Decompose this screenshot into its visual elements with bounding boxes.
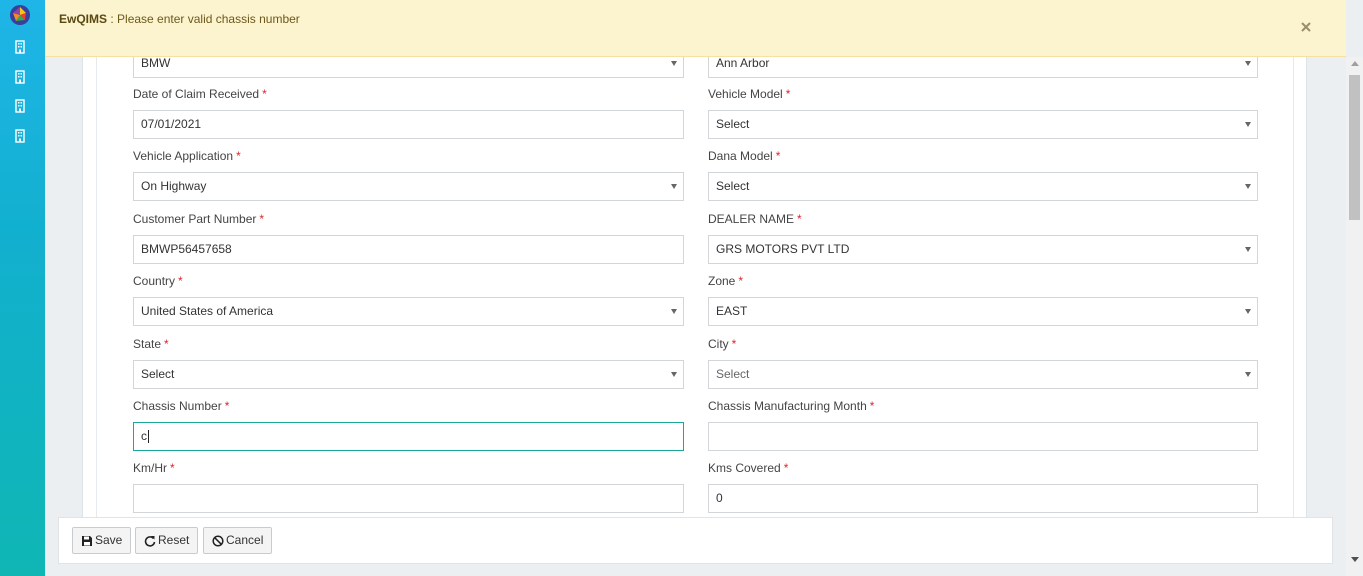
vertical-scrollbar[interactable] [1346, 57, 1363, 576]
alert-separator: : [107, 12, 118, 26]
dealer-name-select[interactable]: GRS MOTORS PVT LTD [708, 235, 1258, 264]
required-marker: * [259, 212, 265, 226]
chassis-mfg-month-label: Chassis Manufacturing Month * [708, 399, 875, 413]
zone-value: EAST [716, 304, 748, 318]
customer-part-number-value: BMWP56457658 [141, 242, 232, 256]
required-marker: * [783, 461, 789, 475]
vehicle-model-value: Select [716, 117, 750, 131]
cancel-button[interactable]: Cancel [203, 527, 273, 554]
close-icon[interactable] [1299, 20, 1313, 34]
chevron-down-icon [1245, 122, 1251, 127]
vehicle-application-label: Vehicle Application * [133, 149, 241, 163]
chevron-down-icon [1245, 61, 1251, 66]
save-button[interactable]: Save [72, 527, 132, 554]
required-marker: * [224, 399, 230, 413]
vehicle-model-select[interactable]: Select [708, 110, 1258, 139]
sidebar [0, 0, 45, 576]
required-marker: * [785, 87, 791, 101]
km-hr-input[interactable] [133, 484, 684, 513]
make-value: BMW [141, 56, 171, 70]
chassis-mfg-month-input[interactable] [708, 422, 1258, 451]
chevron-down-icon [1245, 309, 1251, 314]
dana-model-value: Select [716, 179, 750, 193]
dana-model-label: Dana Model * [708, 149, 781, 163]
chassis-number-value: c [141, 429, 147, 443]
save-icon [82, 535, 92, 546]
app-logo-icon[interactable] [9, 4, 31, 26]
customer-part-number-input[interactable]: BMWP56457658 [133, 235, 684, 264]
dealer-name-label: DEALER NAME * [708, 212, 802, 226]
chevron-down-icon [1245, 184, 1251, 189]
ban-icon [212, 534, 224, 547]
chevron-down-icon [1245, 247, 1251, 252]
required-marker: * [178, 274, 183, 288]
country-label: Country * [133, 274, 183, 288]
reset-icon [144, 535, 156, 547]
required-marker: * [236, 149, 241, 163]
country-select[interactable]: United States of America [133, 297, 684, 326]
reset-button[interactable]: Reset [135, 527, 199, 554]
dealer-name-value: GRS MOTORS PVT LTD [716, 242, 850, 256]
alert-text: Please enter valid chassis number [117, 12, 300, 26]
required-marker: * [775, 149, 781, 163]
cancel-label: Cancel [226, 533, 264, 547]
vehicle-application-select[interactable]: On Highway [133, 172, 684, 201]
city-label: City * [708, 337, 737, 351]
zone-label: Zone * [708, 274, 744, 288]
date-of-claim-value: 07/01/2021 [141, 117, 202, 131]
customer-part-number-label: Customer Part Number * [133, 212, 265, 226]
save-label: Save [95, 533, 123, 547]
vehicle-application-value: On Highway [141, 179, 207, 193]
scrollbar-thumb[interactable] [1349, 75, 1360, 220]
text-cursor [148, 430, 149, 444]
state-label: State * [133, 337, 169, 351]
kms-covered-input[interactable]: 0 [708, 484, 1258, 513]
required-marker: * [738, 274, 744, 288]
chassis-number-label: Chassis Number * [133, 399, 230, 413]
kms-covered-label: Kms Covered * [708, 461, 789, 475]
building-icon[interactable] [13, 99, 27, 113]
dana-model-select[interactable]: Select [708, 172, 1258, 201]
building-icon[interactable] [13, 40, 27, 54]
date-of-claim-input[interactable]: 07/01/2021 [133, 110, 684, 139]
scroll-down-icon[interactable] [1351, 557, 1359, 562]
state-select[interactable]: Select [133, 360, 684, 389]
required-marker: * [262, 87, 267, 101]
chevron-down-icon [671, 61, 677, 66]
required-marker: * [797, 212, 802, 226]
scroll-up-icon[interactable] [1351, 61, 1359, 66]
chevron-down-icon [671, 184, 677, 189]
required-marker: * [731, 337, 737, 351]
alert-message: EwQIMS : Please enter valid chassis numb… [59, 12, 300, 26]
state-value: Select [141, 367, 175, 381]
city-select[interactable]: Select [708, 360, 1258, 389]
reset-label: Reset [158, 533, 190, 547]
form-footer: Save Reset Cancel [58, 517, 1333, 564]
required-marker: * [869, 399, 875, 413]
date-of-claim-label: Date of Claim Received * [133, 87, 267, 101]
kms-covered-value: 0 [716, 491, 723, 505]
validation-alert: EwQIMS : Please enter valid chassis numb… [45, 0, 1346, 57]
chevron-down-icon [671, 372, 677, 377]
building-icon[interactable] [13, 70, 27, 84]
location-value: Ann Arbor [716, 56, 770, 70]
km-hr-label: Km/Hr * [133, 461, 175, 475]
required-marker: * [170, 461, 175, 475]
zone-select[interactable]: EAST [708, 297, 1258, 326]
building-icon[interactable] [13, 129, 27, 143]
city-value: Select [716, 367, 750, 381]
required-marker: * [164, 337, 169, 351]
alert-app-name: EwQIMS [59, 12, 108, 26]
country-value: United States of America [141, 304, 274, 318]
chevron-down-icon [1245, 372, 1251, 377]
chassis-number-input[interactable]: c [133, 422, 684, 451]
chevron-down-icon [671, 309, 677, 314]
vehicle-model-label: Vehicle Model * [708, 87, 791, 101]
